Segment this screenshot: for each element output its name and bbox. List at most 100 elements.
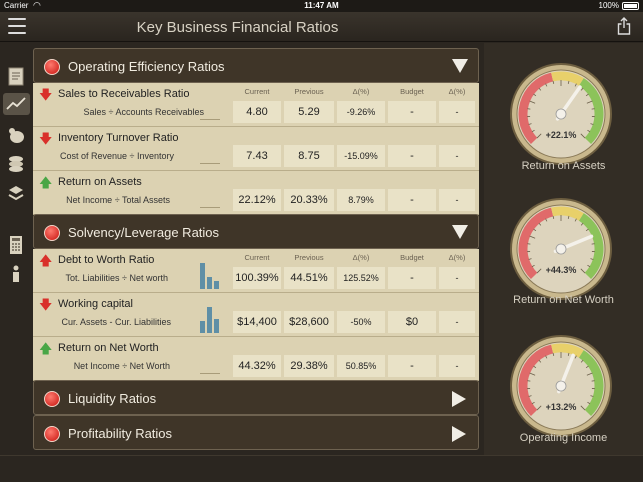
ratio-row-return-on-assets[interactable]: 🡅 Return on Assets Net Income ÷ Total As… [33,171,479,215]
gauges-panel: +22.1% +44.3% +13.2% [484,43,643,455]
col-header-previous: Previous [294,87,324,96]
ratio-formula: Cost of Revenue ÷ Inventory [60,151,174,161]
gauge-label: Return on Assets [521,160,606,172]
clock: 11:47 AM [304,1,339,10]
ratio-row-sales-to-receivables[interactable]: 🡇 Sales to Receivables Ratio Sales ÷ Acc… [33,83,479,127]
previous-value: 44.51% [284,267,334,289]
gauge-operating-income[interactable]: +13.2% [510,335,612,437]
ratio-formula: Tot. Liabilities ÷ Net worth [65,273,168,283]
arrow-up-icon: 🡅 [39,341,53,356]
delta-value: 125.52% [337,267,385,289]
status-red-dot-icon [44,391,60,407]
collapse-triangle-icon[interactable] [452,59,468,73]
ratio-row-inventory-turnover[interactable]: 🡇 Inventory Turnover Ratio Cost of Reven… [33,127,479,171]
arrow-down-icon: 🡇 [39,87,53,102]
sparkline-bars [200,259,220,289]
bottom-bar [0,455,643,482]
divider [200,373,220,374]
arrow-up-red-icon: 🡅 [39,253,53,268]
ratio-formula: Cur. Assets - Cur. Liabilities [61,317,171,327]
delta-budget-value: - [439,267,475,289]
ratio-name: Working capital [58,298,133,310]
status-red-dot-icon [44,59,60,75]
divider [200,163,220,164]
chart-icon[interactable] [3,93,30,115]
delta-budget-value: - [439,355,475,377]
divider [200,119,220,120]
col-header-current: Current [244,253,270,262]
delta-budget-value: - [439,311,475,333]
current-value: 44.32% [233,355,281,377]
budget-value: - [388,189,436,211]
ratio-name: Debt to Worth Ratio [58,254,155,266]
previous-value: 8.75 [284,145,334,167]
arrow-up-icon: 🡅 [39,175,53,190]
section-solvency-leverage-header[interactable]: Solvency/Leverage Ratios [33,214,479,249]
delta-budget-value: - [439,145,475,167]
page-title: Key Business Financial Ratios [136,19,339,36]
col-header-delta: Δ(%) [352,87,370,96]
col-header-delta: Δ(%) [352,253,370,262]
gauge-value: +22.1% [546,130,577,140]
ratio-row-return-on-net-worth[interactable]: 🡅 Return on Net Worth Net Income ÷ Net W… [33,337,479,381]
ratio-name: Return on Net Worth [58,342,159,354]
current-value: 100.39% [233,267,281,289]
boxes-icon[interactable] [5,183,27,205]
current-value: 4.80 [233,101,281,123]
ratio-formula: Net Income ÷ Net Worth [73,361,170,371]
ratio-formula: Net Income ÷ Total Assets [66,195,170,205]
section-profitability-header[interactable]: Profitability Ratios [33,415,479,450]
coins-icon[interactable] [5,153,27,175]
budget-value: - [388,145,436,167]
sparkline-bars [200,303,220,333]
document-icon[interactable] [5,65,27,87]
current-value: $14,400 [233,311,281,333]
section-title: Operating Efficiency Ratios [68,59,225,74]
section-liquidity-header[interactable]: Liquidity Ratios [33,380,479,415]
gauge-label: Operating Income [519,432,608,444]
ratio-name: Sales to Receivables Ratio [58,88,190,100]
sidebar [0,43,32,455]
gauge-label: Return on Net Worth [513,294,614,306]
piggy-bank-icon[interactable] [5,125,27,147]
col-header-previous: Previous [294,253,324,262]
previous-value: 5.29 [284,101,334,123]
section-title: Solvency/Leverage Ratios [68,225,220,240]
previous-value: 20.33% [284,189,334,211]
delta-value: -9.26% [337,101,385,123]
status-red-dot-icon [44,225,60,241]
gauge-return-on-assets[interactable]: +22.1% [510,63,612,165]
collapse-triangle-icon[interactable] [452,225,468,239]
section-title: Liquidity Ratios [68,391,157,406]
gauge-return-on-net-worth[interactable]: +44.3% [510,198,612,300]
battery-icon [622,2,639,10]
expand-triangle-icon[interactable] [452,391,466,407]
previous-value: 29.38% [284,355,334,377]
arrow-down-icon: 🡇 [39,131,53,146]
delta-value: 8.79% [337,189,385,211]
delta-value: 50.85% [337,355,385,377]
calculator-icon[interactable] [5,234,27,256]
ratios-panel: Operating Efficiency Ratios 🡇 Sales to R… [33,48,479,450]
gauge-value: +44.3% [546,265,577,275]
battery-percent: 100% [598,1,619,10]
section-operating-efficiency-header[interactable]: Operating Efficiency Ratios [33,48,479,83]
current-value: 22.12% [233,189,281,211]
ratio-name: Inventory Turnover Ratio [58,132,179,144]
budget-value: - [388,355,436,377]
budget-value: - [388,101,436,123]
arrow-down-icon: 🡇 [39,297,53,312]
expand-triangle-icon[interactable] [452,426,466,442]
ratio-row-debt-to-worth[interactable]: 🡅 Debt to Worth Ratio Tot. Liabilities ÷… [33,249,479,293]
ratio-row-working-capital[interactable]: 🡇 Working capital Cur. Assets - Cur. Lia… [33,293,479,337]
share-icon[interactable] [617,17,631,35]
delta-budget-value: - [439,189,475,211]
info-icon[interactable] [5,263,27,285]
col-header-budget: Budget [400,253,424,262]
delta-value: -15.09% [337,145,385,167]
col-header-budget: Budget [400,87,424,96]
delta-value: -50% [337,311,385,333]
divider [200,207,220,208]
budget-value: - [388,267,436,289]
col-header-delta-budget: Δ(%) [448,253,466,262]
